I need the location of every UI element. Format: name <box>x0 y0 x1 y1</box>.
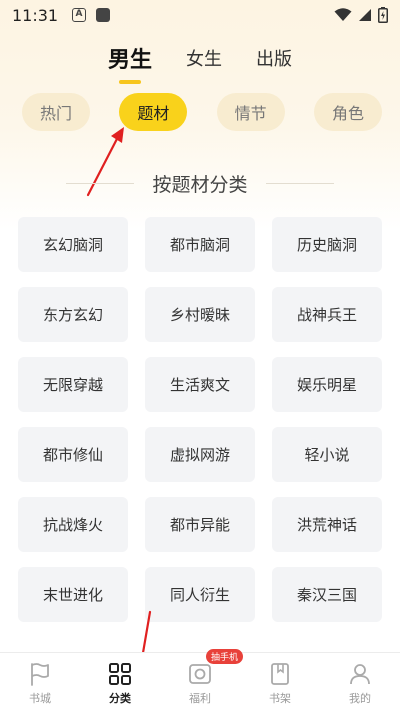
genre-tile[interactable]: 同人衍生 <box>145 567 255 622</box>
notification-a-icon: A <box>72 8 86 22</box>
divider-left <box>66 182 135 184</box>
genre-tile[interactable]: 战神兵王 <box>272 287 382 342</box>
signal-icon <box>359 9 371 21</box>
status-bar: 11:31 A <box>0 0 400 30</box>
nav-category[interactable]: 分类 <box>80 653 160 710</box>
genre-tile[interactable]: 轻小说 <box>272 427 382 482</box>
profile-person-icon <box>350 664 370 685</box>
nav-bookshelf-label: 书架 <box>269 692 291 705</box>
nav-category-label: 分类 <box>109 692 131 705</box>
genre-tile[interactable]: 乡村暧昧 <box>145 287 255 342</box>
wifi-icon <box>334 8 352 21</box>
status-time: 11:31 <box>12 5 59 25</box>
gender-tabs: 男生 女生 出版 <box>0 38 400 78</box>
welfare-badge: 抽手机 <box>206 649 244 664</box>
status-right-group <box>334 7 388 23</box>
nav-profile[interactable]: 我的 <box>320 653 400 710</box>
section-title: 按题材分类 <box>152 173 248 196</box>
bottom-nav: 书城 分类 抽手机 福利 书架 我的 <box>0 649 400 710</box>
notification-square-icon <box>96 8 110 22</box>
pill-role[interactable]: 角色 <box>313 93 382 131</box>
tab-female[interactable]: 女生 <box>186 45 222 71</box>
genre-tile[interactable]: 秦汉三国 <box>272 567 382 622</box>
genre-tile[interactable]: 洪荒神话 <box>272 497 382 552</box>
tab-male[interactable]: 男生 <box>108 42 152 74</box>
nav-bookstore-label: 书城 <box>29 692 51 705</box>
genre-tile[interactable]: 历史脑洞 <box>272 217 382 272</box>
genre-tile[interactable]: 生活爽文 <box>145 357 255 412</box>
genre-tile[interactable]: 抗战烽火 <box>18 497 128 552</box>
tab-published[interactable]: 出版 <box>256 45 292 71</box>
genre-tile[interactable]: 玄幻脑洞 <box>18 217 128 272</box>
nav-welfare-label: 福利 <box>189 692 211 705</box>
genre-tile[interactable]: 无限穿越 <box>18 357 128 412</box>
nav-welfare[interactable]: 抽手机 福利 <box>160 649 244 710</box>
genre-tile[interactable]: 虚拟网游 <box>145 427 255 482</box>
pill-plot[interactable]: 情节 <box>216 93 285 131</box>
section-heading: 按题材分类 <box>0 168 400 198</box>
nav-profile-label: 我的 <box>349 692 371 705</box>
nav-bookshelf[interactable]: 书架 <box>240 653 320 710</box>
nav-bookstore[interactable]: 书城 <box>0 653 80 710</box>
genre-tile[interactable]: 都市脑洞 <box>145 217 255 272</box>
divider-right <box>265 182 334 184</box>
category-grid-icon <box>109 663 131 685</box>
sort-pills: 热门 题材 情节 角色 <box>22 93 382 131</box>
battery-icon <box>378 7 388 23</box>
genre-grid: 玄幻脑洞 都市脑洞 历史脑洞东方玄幻 乡村暧昧 战神兵王无限穿越 生活爽文 娱乐明星都市修仙… <box>18 217 382 622</box>
genre-tile[interactable]: 都市修仙 <box>18 427 128 482</box>
bookshelf-icon <box>271 663 289 685</box>
genre-tile[interactable]: 东方玄幻 <box>18 287 128 342</box>
genre-tile[interactable]: 娱乐明星 <box>272 357 382 412</box>
genre-tile[interactable]: 都市异能 <box>145 497 255 552</box>
welfare-camera-icon <box>189 664 211 684</box>
bookstore-flag-icon <box>31 663 49 686</box>
genre-tile[interactable]: 末世进化 <box>18 567 128 622</box>
